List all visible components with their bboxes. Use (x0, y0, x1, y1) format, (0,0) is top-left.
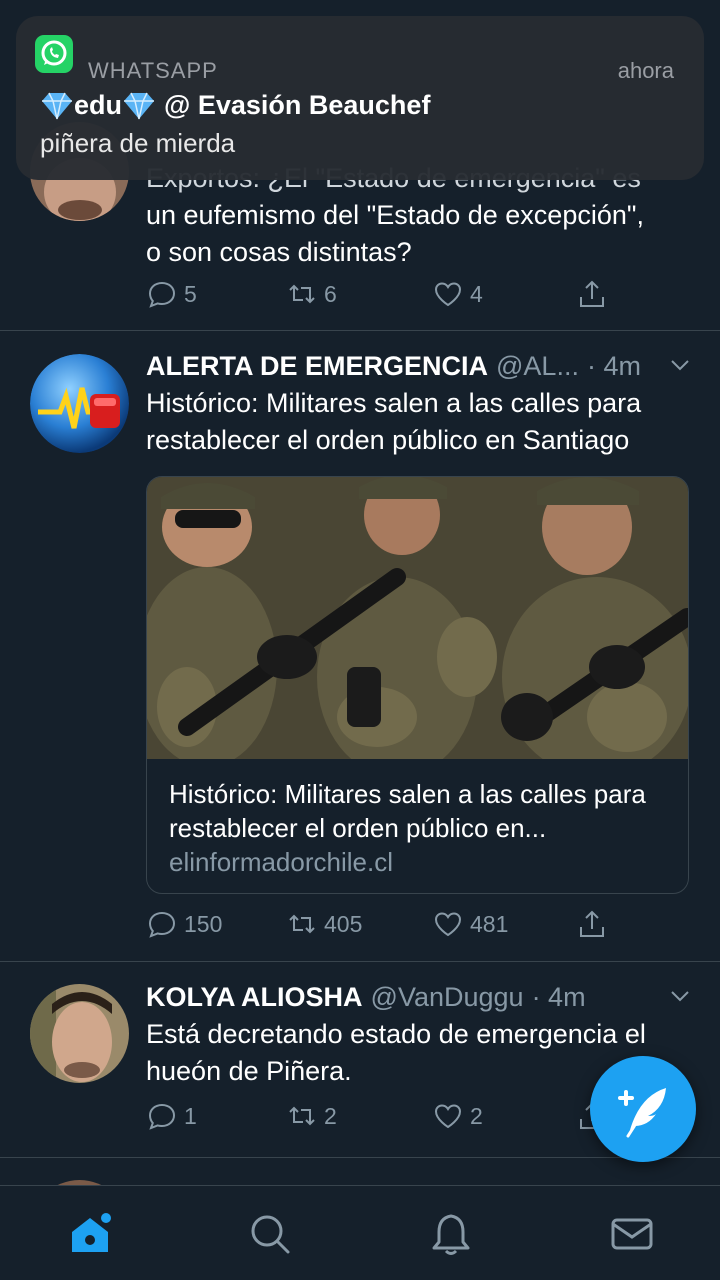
tweet-text: o son cosas distintas? (146, 237, 412, 267)
notification-app-name: WHATSAPP (88, 58, 218, 83)
reply-button[interactable]: 150 (146, 908, 222, 940)
timestamp: · 4m (531, 982, 586, 1012)
timestamp: · 4m (586, 351, 641, 381)
reply-count: 150 (184, 910, 223, 937)
card-domain: elinformadorchile.cl (169, 847, 393, 877)
compose-tweet-button[interactable] (590, 1056, 696, 1162)
tweet-actions: 5 6 4 (146, 278, 620, 318)
like-button[interactable]: 4 (432, 278, 483, 310)
notification-sender: edu (74, 90, 123, 120)
messages-icon[interactable] (610, 1212, 654, 1256)
like-icon (434, 282, 462, 307)
retweet-count: 2 (324, 1102, 337, 1129)
tweet-text: Histórico: Militares salen a las calles … (146, 388, 642, 455)
chevron-down-icon[interactable] (668, 984, 692, 1008)
share-icon (580, 910, 604, 937)
retweet-icon (289, 1106, 315, 1126)
retweet-button[interactable]: 405 (286, 908, 362, 940)
reply-icon (148, 911, 176, 938)
bottom-tab-bar (0, 1185, 720, 1280)
user-handle[interactable]: @AL... (496, 349, 579, 383)
tweet[interactable]: ALERTA DE EMERGENCIA @AL... · 4m Históri… (0, 331, 720, 962)
link-card[interactable]: Histórico: Militares salen a las calles … (146, 476, 689, 894)
chevron-down-icon[interactable] (668, 353, 692, 377)
tweet-header: KOLYA ALIOSHA @VanDuggu · 4m (146, 980, 692, 1014)
whatsapp-notification[interactable]: WHATSAPP ahora edu @ Evasión Beauchef pi… (16, 16, 704, 180)
retweet-count: 405 (324, 910, 363, 937)
retweet-button[interactable]: 2 (286, 1100, 337, 1132)
share-icon (580, 280, 604, 307)
retweet-count: 6 (324, 280, 337, 307)
reply-count: 1 (184, 1102, 197, 1129)
retweet-button[interactable]: 6 (286, 278, 337, 310)
user-handle[interactable]: @VanDuggu (371, 980, 524, 1014)
card-title: Histórico: Militares salen a las calles … (169, 779, 646, 843)
card-image[interactable] (147, 477, 689, 759)
notification-time: ahora (617, 58, 674, 83)
notification-message: piñera de mierda (40, 128, 236, 158)
compose-icon (618, 1088, 666, 1138)
notification-group: @ Evasión Beauchef (164, 90, 431, 120)
avatar[interactable] (30, 354, 129, 453)
retweet-icon (289, 284, 315, 304)
reply-count: 5 (184, 280, 197, 307)
tweet-actions: 1 2 2 (146, 1100, 620, 1140)
display-name[interactable]: ALERTA DE EMERGENCIA (146, 349, 488, 383)
display-name[interactable]: KOLYA ALIOSHA (146, 980, 363, 1014)
reply-button[interactable]: 5 (146, 278, 197, 310)
tweet-text: un eufemismo del "Estado de excepción", (146, 200, 644, 230)
tweet[interactable] (0, 1158, 720, 1185)
home-icon[interactable] (68, 1212, 112, 1256)
like-icon (434, 912, 462, 937)
like-button[interactable]: 481 (432, 908, 508, 940)
whatsapp-icon (35, 35, 73, 73)
like-count: 4 (470, 280, 483, 307)
notifications-icon[interactable] (429, 1212, 473, 1256)
notification-title: edu @ Evasión Beauchef (40, 90, 430, 121)
like-count: 481 (470, 910, 509, 937)
avatar[interactable] (30, 984, 129, 1083)
tweet-actions: 150 405 481 (146, 908, 620, 948)
search-icon[interactable] (248, 1212, 292, 1256)
gem-icon (42, 92, 72, 119)
gem-icon (124, 92, 155, 119)
retweet-icon (289, 914, 315, 934)
like-icon (434, 1104, 462, 1129)
reply-icon (148, 281, 176, 308)
tweet-header: ALERTA DE EMERGENCIA @AL... · 4m (146, 349, 692, 383)
share-button[interactable] (576, 908, 614, 940)
reply-icon (148, 1103, 176, 1130)
reply-button[interactable]: 1 (146, 1100, 197, 1132)
like-button[interactable]: 2 (432, 1100, 483, 1132)
share-button[interactable] (576, 278, 614, 310)
like-count: 2 (470, 1102, 483, 1129)
